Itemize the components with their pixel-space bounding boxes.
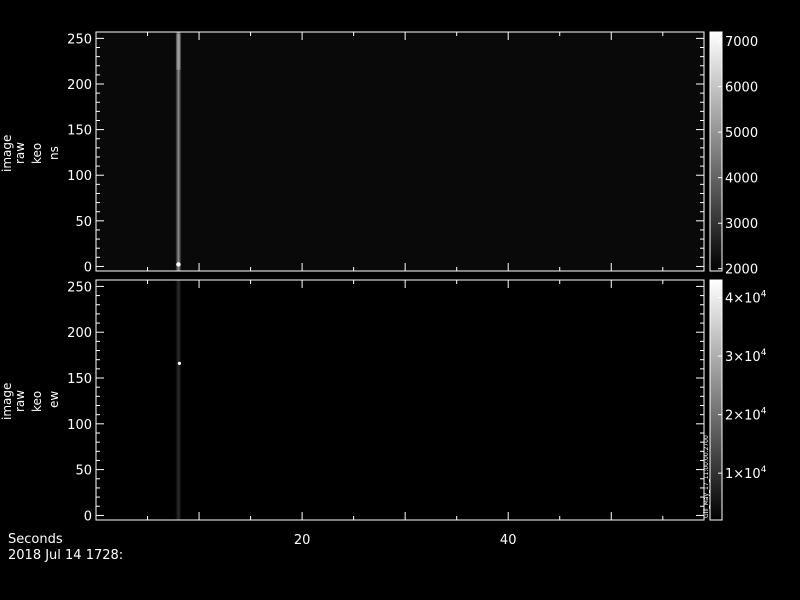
y-tick-label: 200 [67, 78, 92, 93]
bright-column [175, 280, 182, 520]
panel1-ylabel-2: raw [13, 142, 27, 164]
panel2-ylabel-line-1: image [0, 382, 14, 420]
panel1-ylabel-line-3: keo [30, 142, 44, 164]
panel2-ylabel-line-3: keo [30, 390, 44, 412]
keogram-figure: 0501001502002502000300040005000600070000… [67, 31, 767, 548]
date-label: 2018 Jul 14 1728: [8, 548, 124, 563]
colorbar-tick-label: 6000 [725, 81, 758, 96]
y-tick-label: 150 [67, 124, 92, 139]
y-tick-label: 250 [67, 32, 92, 47]
y-tick-label: 100 [67, 418, 92, 433]
y-tick-label: 50 [75, 215, 92, 230]
x-axis-label: Seconds [8, 532, 63, 547]
panel2-ylabel-line-2: raw [13, 389, 27, 412]
panel2-ylabel-2: raw [13, 390, 27, 412]
colorbar [709, 279, 723, 521]
bright-spot [177, 361, 182, 365]
bright-column-top [176, 33, 181, 70]
y-tick-label: 0 [84, 260, 92, 275]
colorbar-tick-label: 7000 [725, 35, 758, 50]
panel-1: 0 50 100 150 200 250 2000 3000 4000 5000 6000 7000 [67, 31, 758, 278]
panel1-ylabel: image [0, 135, 14, 172]
heatmap-image [96, 32, 704, 271]
bright-spot-bottom [176, 262, 181, 267]
panel2-ylabel-3: keo [30, 391, 44, 412]
x-tick-label: 40 [500, 533, 517, 548]
panel1-ylabel-line-1: image [0, 134, 14, 172]
panel1-ylabel-3: keo [30, 143, 44, 164]
colorbar-tick-label: 5000 [725, 126, 758, 141]
colorbar-tick-label: 3×104 [725, 348, 767, 365]
colorbar-tick-label: 4000 [725, 172, 758, 187]
heatmap-image [96, 280, 704, 520]
colorbar-tick-label: 1×104 [725, 465, 767, 482]
y-tick-label: 100 [67, 169, 92, 184]
panel2-ylabel: image [0, 383, 14, 420]
y-tick-label: 200 [67, 326, 92, 341]
colorbar-tick-label: 2×104 [725, 407, 767, 424]
y-tick-label: 0 [84, 509, 92, 524]
panel1-ylabel-line-2: raw [13, 141, 27, 164]
colorbar-tick-label: 4×104 [725, 290, 767, 307]
panel1-ylabel-4: ns [47, 146, 61, 160]
colorbar [709, 31, 723, 272]
panel-2: 0 50 100 150 200 250 20 40 1×104 2×104 3×104 4×104 G… [67, 279, 767, 548]
panel1-ylabel-line-4: ns [47, 146, 61, 160]
colorbar-tick-label: 2000 [725, 263, 758, 278]
x-tick-label: 20 [294, 533, 311, 548]
y-tick-label: 250 [67, 280, 92, 295]
colorbar-tick-label: 3000 [725, 217, 758, 232]
colorbar-side-note: Gill_May_17_11:00:00.2700 [703, 435, 710, 518]
panel2-ylabel-4: ew [47, 391, 61, 408]
y-tick-label: 50 [75, 464, 92, 479]
panel2-ylabel-line-4: ew [47, 390, 61, 408]
y-tick-label: 150 [67, 372, 92, 387]
